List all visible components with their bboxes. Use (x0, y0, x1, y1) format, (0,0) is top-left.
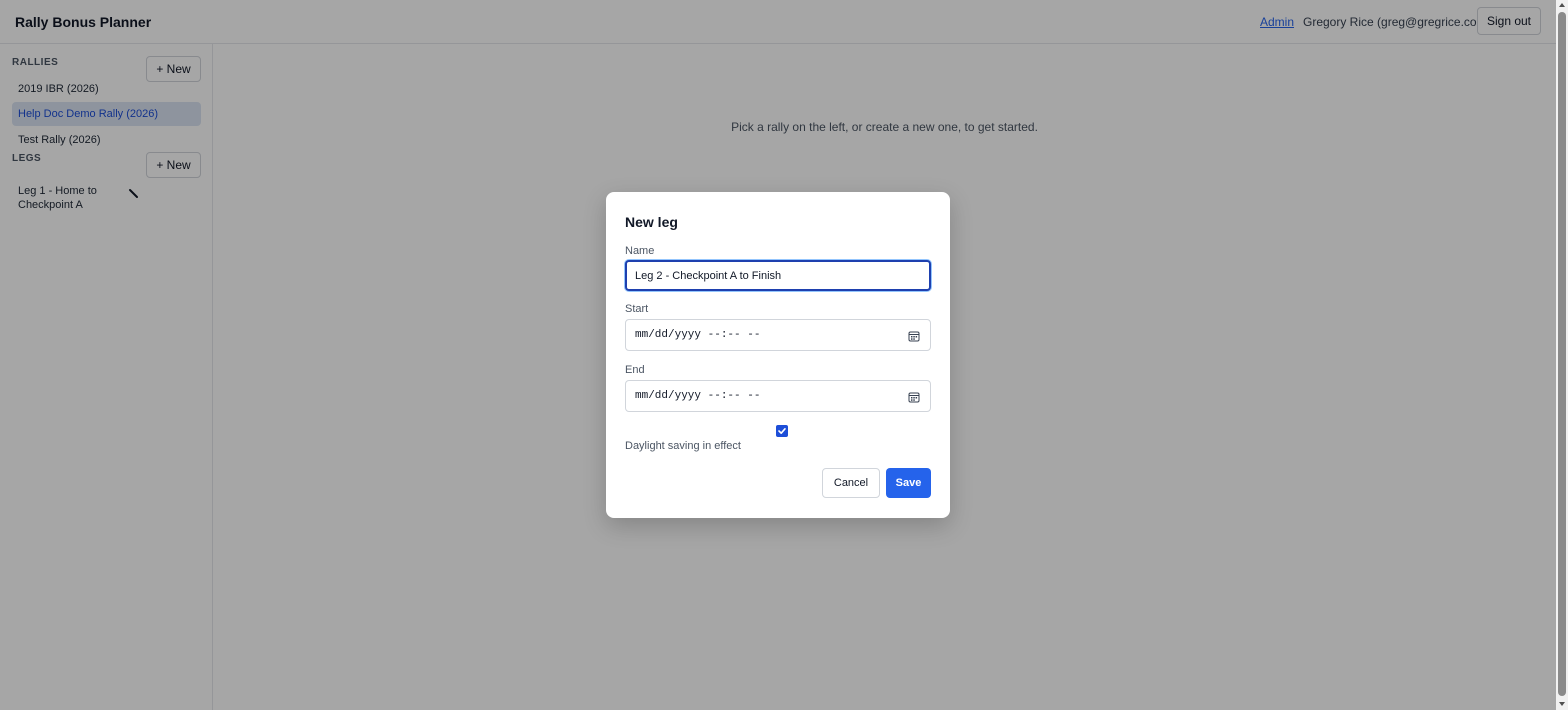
start-label: Start (625, 303, 649, 315)
daylight-saving-checkbox[interactable] (776, 425, 788, 437)
leg-name-input[interactable] (625, 260, 931, 291)
start-datetime-input[interactable]: mm/dd/yyyy --:-- -- (625, 319, 931, 351)
new-leg-dialog: New leg Name Start mm/dd/yyyy --:-- -- E… (606, 192, 950, 518)
scrollbar-thumb[interactable] (1558, 12, 1566, 696)
calendar-icon[interactable] (908, 390, 920, 403)
name-label: Name (625, 245, 655, 257)
scroll-down-arrow-icon[interactable] (1558, 700, 1566, 708)
save-button[interactable]: Save (886, 468, 931, 498)
check-icon (778, 428, 786, 434)
scroll-up-arrow-icon[interactable] (1558, 1, 1566, 9)
start-datetime-placeholder: mm/dd/yyyy --:-- -- (635, 329, 761, 341)
daylight-saving-label: Daylight saving in effect (625, 440, 741, 452)
cancel-button[interactable]: Cancel (822, 468, 880, 498)
dialog-title: New leg (625, 214, 678, 230)
calendar-icon[interactable] (908, 329, 920, 342)
vertical-scrollbar[interactable] (1556, 0, 1568, 710)
end-datetime-placeholder: mm/dd/yyyy --:-- -- (635, 390, 761, 402)
end-label: End (625, 364, 645, 376)
end-datetime-input[interactable]: mm/dd/yyyy --:-- -- (625, 380, 931, 412)
